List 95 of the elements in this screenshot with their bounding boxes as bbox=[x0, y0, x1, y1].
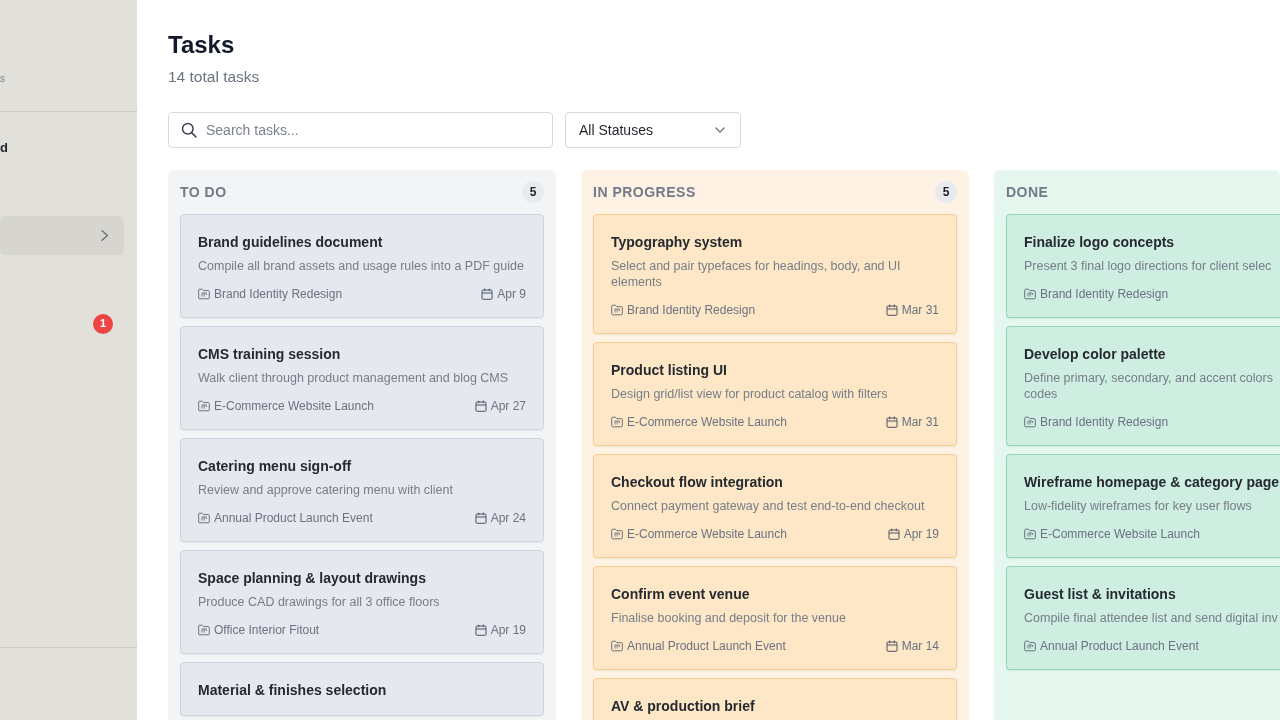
column-title: DONE bbox=[1006, 182, 1049, 202]
task-card[interactable]: AV & production brief bbox=[593, 678, 957, 720]
task-description: Walk client through product management and blog CMS bbox=[198, 370, 510, 386]
calendar-icon bbox=[481, 288, 494, 300]
folder-icon bbox=[198, 624, 210, 636]
due-date: Apr 19 bbox=[490, 622, 526, 638]
nav-item[interactable]: 1 bbox=[0, 304, 124, 343]
due-date: Mar 31 bbox=[901, 414, 939, 430]
task-title: Guest list & invitations bbox=[1024, 585, 1177, 604]
count-badge: 5 bbox=[935, 181, 957, 203]
search-field[interactable]: Search tasks... bbox=[168, 112, 553, 148]
due-date: Apr 9 bbox=[497, 286, 526, 302]
sidebar-caption: s bbox=[0, 73, 5, 85]
folder-icon bbox=[1024, 416, 1036, 428]
page-title: Tasks bbox=[168, 30, 235, 60]
due-date: Apr 27 bbox=[490, 398, 526, 414]
task-title: Brand guidelines document bbox=[198, 233, 384, 252]
count-badge: 5 bbox=[522, 181, 544, 203]
task-card[interactable]: Checkout flow integration Connect payment gateway and test end-to-end checkout E-Commerce Website Launch Apr 19 bbox=[593, 454, 957, 558]
project-name: Annual Product Launch Event bbox=[1040, 638, 1199, 654]
task-card[interactable]: Wireframe homepage & category page Low-fidelity wireframes for key user flows E-Commerce Website Launch bbox=[1006, 454, 1280, 558]
task-card[interactable]: Catering menu sign-off Review and approve catering menu with client Annual Product Launch Event Apr 24 bbox=[180, 438, 544, 542]
project-name: E-Commerce Website Launch bbox=[627, 414, 787, 430]
task-title: Confirm event venue bbox=[611, 585, 751, 604]
folder-icon bbox=[198, 288, 210, 300]
project-name: E-Commerce Website Launch bbox=[627, 526, 787, 542]
calendar-icon bbox=[887, 528, 900, 540]
task-title: Checkout flow integration bbox=[611, 473, 784, 492]
notification-badge: 1 bbox=[93, 313, 113, 334]
calendar-icon bbox=[474, 624, 487, 636]
task-title: Space planning & layout drawings bbox=[198, 569, 427, 588]
task-description: Finalise booking and deposit for the venue bbox=[611, 610, 847, 626]
task-card[interactable]: Typography system Select and pair typefaces for headings, body, and UI elements Brand Identity Redesign Mar 31 bbox=[593, 214, 957, 334]
task-card[interactable]: Brand guidelines document Compile all brand assets and usage rules into a PDF guide Brand Identity Redesign Apr 9 bbox=[180, 214, 544, 318]
calendar-icon bbox=[885, 416, 898, 428]
task-description: Review and approve catering menu with client bbox=[198, 482, 454, 498]
task-description: Compile final attendee list and send digital inv bbox=[1024, 610, 1279, 626]
task-card[interactable]: Product listing UI Design grid/list view for product catalog with filters E-Commerce Website Launch Mar 31 bbox=[593, 342, 957, 446]
calendar-icon bbox=[474, 400, 487, 412]
task-card[interactable]: Develop color palette Define primary, secondary, and accent colors codes Brand Identity Redesign bbox=[1006, 326, 1280, 446]
project-name: Brand Identity Redesign bbox=[1040, 286, 1169, 302]
task-card[interactable]: Confirm event venue Finalise booking and deposit for the venue Annual Product Launch Event Mar 14 bbox=[593, 566, 957, 670]
project-name: E-Commerce Website Launch bbox=[1040, 526, 1200, 542]
task-card[interactable]: CMS training session Walk client through product management and blog CMS E-Commerce Website Launch Apr 27 bbox=[180, 326, 544, 430]
task-description: Select and pair typefaces for headings, body, and UI elements bbox=[611, 258, 902, 290]
task-title: AV & production brief bbox=[611, 697, 756, 716]
folder-icon bbox=[611, 304, 623, 316]
project-name: Annual Product Launch Event bbox=[627, 638, 786, 654]
task-card[interactable]: Material & finishes selection bbox=[180, 662, 544, 716]
task-description: Design grid/list view for product catalog with filters bbox=[611, 386, 889, 402]
task-description: Compile all brand assets and usage rules into a PDF guide bbox=[198, 258, 525, 274]
project-name: E-Commerce Website Launch bbox=[214, 398, 374, 414]
task-card[interactable]: Space planning & layout drawings Produce CAD drawings for all 3 office floors Office Interior Fitout Apr 19 bbox=[180, 550, 544, 654]
task-title: Wireframe homepage & category page bbox=[1024, 473, 1280, 492]
calendar-icon bbox=[885, 640, 898, 652]
project-name: Brand Identity Redesign bbox=[627, 302, 756, 318]
folder-icon bbox=[611, 640, 623, 652]
due-date: Apr 19 bbox=[903, 526, 939, 542]
folder-icon bbox=[1024, 640, 1036, 652]
status-dropdown[interactable]: All Statuses bbox=[565, 112, 741, 148]
task-description: Low-fidelity wireframes for key user flows bbox=[1024, 498, 1253, 514]
task-title: Finalize logo concepts bbox=[1024, 233, 1176, 252]
due-date: Mar 31 bbox=[901, 302, 939, 318]
folder-icon bbox=[611, 528, 623, 540]
folder-icon bbox=[198, 512, 210, 524]
task-title: Material & finishes selection bbox=[198, 681, 388, 700]
folder-icon bbox=[1024, 288, 1036, 300]
project-name: Office Interior Fitout bbox=[214, 622, 320, 638]
due-date: Mar 14 bbox=[901, 638, 939, 654]
folder-icon bbox=[198, 400, 210, 412]
sidebar-heading: d bbox=[0, 140, 8, 156]
task-title: Catering menu sign-off bbox=[198, 457, 353, 476]
column-title: IN PROGRESS bbox=[593, 182, 696, 202]
task-description: Define primary, secondary, and accent colors codes bbox=[1024, 370, 1274, 402]
task-card[interactable]: Guest list & invitations Compile final attendee list and send digital inv Annual Product Launch Event bbox=[1006, 566, 1280, 670]
task-title: Typography system bbox=[611, 233, 744, 252]
search-icon bbox=[181, 122, 197, 138]
task-title: CMS training session bbox=[198, 345, 342, 364]
task-description: Produce CAD drawings for all 3 office floors bbox=[198, 594, 441, 610]
task-title: Develop color palette bbox=[1024, 345, 1167, 364]
project-name: Brand Identity Redesign bbox=[1040, 414, 1169, 430]
task-title: Product listing UI bbox=[611, 361, 728, 380]
project-name: Annual Product Launch Event bbox=[214, 510, 373, 526]
calendar-icon bbox=[885, 304, 898, 316]
task-description: Present 3 final logo directions for client selec bbox=[1024, 258, 1273, 274]
calendar-icon bbox=[474, 512, 487, 524]
task-card[interactable]: Finalize logo concepts Present 3 final logo directions for client selec Brand Identity Redesign bbox=[1006, 214, 1280, 318]
task-count-subtitle: 14 total tasks bbox=[168, 67, 260, 87]
due-date: Apr 24 bbox=[490, 510, 526, 526]
folder-icon bbox=[611, 416, 623, 428]
nav-item[interactable] bbox=[0, 216, 124, 255]
task-description: Connect payment gateway and test end-to-end checkout bbox=[611, 498, 926, 514]
folder-icon bbox=[1024, 528, 1036, 540]
column-title: TO DO bbox=[180, 182, 227, 202]
project-name: Brand Identity Redesign bbox=[214, 286, 343, 302]
